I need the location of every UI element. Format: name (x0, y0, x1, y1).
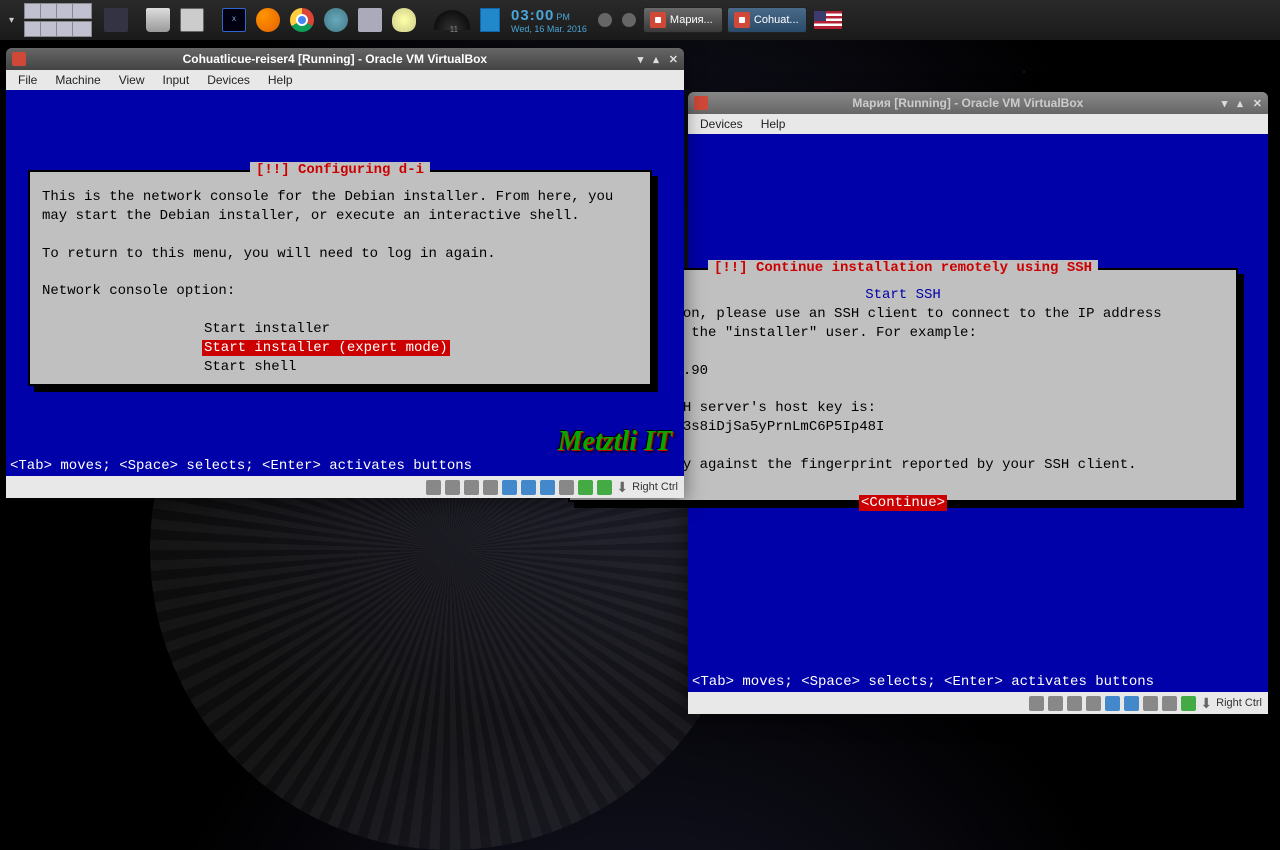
menu-help[interactable]: Help (260, 71, 301, 89)
video-icon[interactable] (1143, 696, 1158, 711)
tray-icon-1[interactable] (595, 6, 615, 34)
taskbar-button-cohuat[interactable]: Cohuat... (727, 7, 807, 33)
hostkey-label: Right Ctrl (1216, 697, 1262, 709)
dialog-text: may start the Debian installer, or execu… (42, 207, 638, 226)
dialog-text: To return to this menu, you will need to… (42, 245, 638, 264)
tray-icon-2[interactable] (619, 6, 639, 34)
firefox-icon[interactable] (253, 6, 283, 34)
menu-machine[interactable]: Machine (47, 71, 108, 89)
window-title: Мария [Running] - Oracle VM VirtualBox (714, 96, 1222, 110)
option-start-installer-expert[interactable]: Start installer (expert mode) (202, 340, 450, 356)
globe-icon[interactable] (321, 6, 351, 34)
usb-icon[interactable] (1086, 696, 1101, 711)
menu-devices[interactable]: Devices (199, 71, 258, 89)
dialog-body: This is the network console for the Debi… (30, 172, 650, 397)
hdd-icon[interactable] (1029, 696, 1044, 711)
window-titlebar[interactable]: Cohuatlicue-reiser4 [Running] - Oracle V… (6, 48, 684, 70)
maximize-icon[interactable]: ▴ (653, 53, 659, 66)
vm-window-maria: Мария [Running] - Oracle VM VirtualBox ▾… (688, 92, 1268, 714)
installer-dialog-di: [!!] Configuring d-i This is the network… (28, 170, 652, 386)
dialog-prompt: Network console option: (42, 282, 638, 301)
menu-dropdown-icon[interactable]: ▾ (6, 6, 17, 34)
menu-input[interactable]: Input (155, 71, 198, 89)
taskbar-button-label: Мария... (670, 14, 713, 26)
cd-icon[interactable] (445, 480, 460, 495)
option-start-installer[interactable]: Start installer (202, 321, 332, 337)
chromium-icon[interactable] (287, 6, 317, 34)
virtualbox-icon (650, 12, 666, 28)
camera-icon[interactable] (355, 6, 385, 34)
clock-time: 03:00 (511, 7, 554, 24)
dialog-title: [!!] Continue installation remotely usin… (708, 260, 1098, 276)
hostkey-arrow-icon: ⬇ (1200, 695, 1212, 712)
keyboard-layout-flag[interactable] (811, 6, 845, 34)
video-icon[interactable] (540, 480, 555, 495)
shared-icon[interactable] (1105, 696, 1120, 711)
taskbar-button-maria[interactable]: Мария... (643, 7, 723, 33)
display-icon[interactable] (1124, 696, 1139, 711)
tv-icon[interactable] (177, 6, 207, 34)
dialog-title: [!!] Configuring d-i (250, 162, 430, 178)
window-menubar: Devices Help (688, 114, 1268, 134)
vm-screen-cohuatlicue[interactable]: [!!] Configuring d-i This is the network… (6, 90, 684, 476)
hostkey-label: Right Ctrl (632, 481, 678, 493)
installer-helpbar: <Tab> moves; <Space> selects; <Enter> ac… (6, 456, 476, 476)
virtualbox-icon (12, 52, 26, 66)
clock-ampm: PM (556, 12, 570, 22)
installer-helpbar: <Tab> moves; <Space> selects; <Enter> ac… (688, 672, 1158, 692)
minimize-icon[interactable]: ▾ (638, 53, 644, 66)
capture-icon[interactable] (1181, 696, 1196, 711)
close-icon[interactable]: ✕ (669, 53, 678, 66)
capture2-icon[interactable] (597, 480, 612, 495)
continue-button[interactable]: <Continue> (859, 495, 947, 511)
mouse-icon[interactable] (1162, 696, 1177, 711)
xterm-icon[interactable]: X (219, 6, 249, 34)
cd-icon[interactable] (1048, 696, 1063, 711)
taskbar-button-label: Cohuat... (754, 14, 799, 26)
cpu-monitor-icon[interactable] (477, 6, 503, 34)
vm-statusbar: ⬇ Right Ctrl (6, 476, 684, 498)
shared-icon[interactable] (502, 480, 517, 495)
maximize-icon[interactable]: ▴ (1237, 97, 1243, 110)
pager-icon[interactable] (21, 6, 89, 34)
desktop-taskbar: ▾ X 11 03:00PM Wed, 16 Mar. 2016 Мария..… (0, 0, 1280, 40)
option-start-shell[interactable]: Start shell (202, 359, 298, 375)
display-icon[interactable] (521, 480, 536, 495)
menu-devices[interactable]: Devices (692, 115, 751, 133)
vm-statusbar: ⬇ Right Ctrl (688, 692, 1268, 714)
flag-us-icon (814, 11, 842, 29)
hostkey-arrow-icon: ⬇ (616, 479, 628, 496)
virtualbox-icon (734, 12, 750, 28)
mouse-icon[interactable] (559, 480, 574, 495)
minimize-icon[interactable]: ▾ (1222, 97, 1228, 110)
usb-icon[interactable] (483, 480, 498, 495)
window-menubar: File Machine View Input Devices Help (6, 70, 684, 90)
close-icon[interactable]: ✕ (1253, 97, 1262, 110)
clock-date: Wed, 16 Mar. 2016 (511, 24, 587, 34)
hdd-icon[interactable] (426, 480, 441, 495)
menu-view[interactable]: View (111, 71, 153, 89)
monitor-icon[interactable] (101, 6, 131, 34)
vm-screen-maria[interactable]: [!!] Continue installation remotely usin… (688, 134, 1268, 692)
clock-panel[interactable]: 03:00PM Wed, 16 Mar. 2016 (507, 6, 591, 34)
gauge-icon[interactable]: 11 (431, 6, 473, 34)
menu-file[interactable]: File (10, 71, 45, 89)
menu-help[interactable]: Help (753, 115, 794, 133)
computer-icon[interactable] (143, 6, 173, 34)
window-title: Cohuatlicue-reiser4 [Running] - Oracle V… (32, 52, 638, 66)
capture-icon[interactable] (578, 480, 593, 495)
bulb-icon[interactable] (389, 6, 419, 34)
dialog-text: This is the network console for the Debi… (42, 188, 638, 207)
virtualbox-icon (694, 96, 708, 110)
net-icon[interactable] (1067, 696, 1082, 711)
net-icon[interactable] (464, 480, 479, 495)
watermark-text: Metztli IT (558, 426, 672, 458)
window-titlebar[interactable]: Мария [Running] - Oracle VM VirtualBox ▾… (688, 92, 1268, 114)
vm-window-cohuatlicue: Cohuatlicue-reiser4 [Running] - Oracle V… (6, 48, 684, 498)
